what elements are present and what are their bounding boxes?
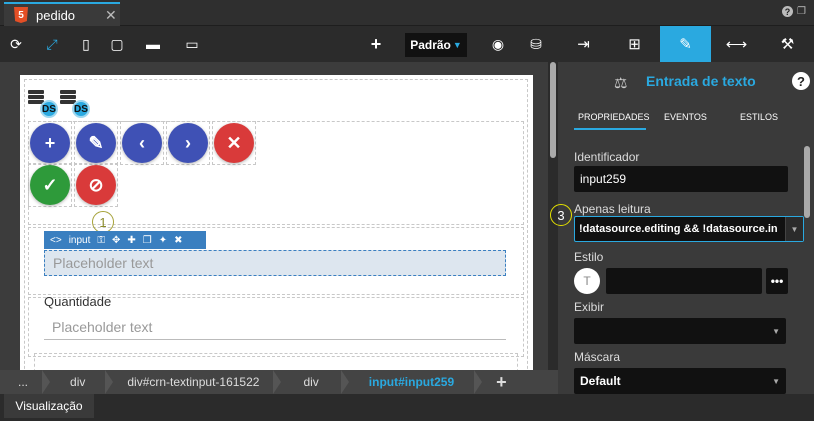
breadcrumb-separator xyxy=(340,370,349,394)
chevron-down-icon: ▼ xyxy=(452,40,462,50)
panel-title: Entrada de texto xyxy=(646,73,756,89)
apenas-leitura-field[interactable]: !datasource.editing && !datasource.in ▼ xyxy=(574,216,804,242)
refresh-icon[interactable]: ⟳ xyxy=(6,34,26,54)
mascara-value: Default xyxy=(580,374,621,388)
file-tab-label: pedido xyxy=(36,7,76,23)
field-label: Máscara xyxy=(574,350,621,364)
breadcrumb-separator xyxy=(474,370,483,394)
field-label: Identificador xyxy=(574,150,640,164)
delete-button[interactable]: ✕ xyxy=(214,123,254,163)
cancel-button[interactable]: ⊘ xyxy=(76,165,116,205)
close-icon[interactable]: ✕ xyxy=(105,7,117,24)
breadcrumb-item-active[interactable]: input#input259 xyxy=(349,370,474,394)
panel-header: ⚖ Entrada de texto ? xyxy=(558,70,814,94)
estilo-field[interactable] xyxy=(606,268,762,294)
database-icon[interactable]: ⛁ xyxy=(526,34,546,54)
tab-hierarchy[interactable]: ⊞ xyxy=(609,26,660,62)
datasource-icon[interactable]: DS xyxy=(60,90,94,118)
tab-visualizacao[interactable]: Visualização xyxy=(4,394,94,418)
add-button[interactable]: + xyxy=(30,123,70,163)
visibility-off-icon[interactable]: ◉ xyxy=(488,34,508,54)
mobile-large-icon[interactable]: ▢ xyxy=(107,34,127,54)
resize-icon: ⟷ xyxy=(725,36,748,53)
monitor-icon[interactable]: ▭ xyxy=(182,34,202,54)
panel-scrollbar[interactable] xyxy=(804,146,810,218)
bottom-panel-bar: Visualização xyxy=(0,394,814,421)
subtab-properties[interactable]: PROPRIEDADES xyxy=(578,112,650,122)
breadcrumb-item[interactable]: div xyxy=(281,370,340,394)
unlock-icon[interactable]: ⚿ xyxy=(97,235,105,246)
quantity-label: Quantidade xyxy=(44,294,112,309)
component-toolbar: <> input ⚿ ✥ ✚ ❐ ✦ ✖ xyxy=(44,231,206,249)
device-select-label: Padrão xyxy=(410,38,451,52)
breadcrumb-item[interactable]: div xyxy=(50,370,105,394)
mobile-small-icon[interactable]: ▯ xyxy=(76,34,96,54)
brush-icon: ⚒ xyxy=(780,36,795,53)
breadcrumb-item[interactable]: div#crn-textinput-161522 xyxy=(113,370,273,394)
field-label: Apenas leitura xyxy=(574,202,651,216)
copy-icon[interactable]: ❐ xyxy=(143,235,152,246)
annotation-marker: 1 xyxy=(92,211,114,233)
add-icon[interactable]: + xyxy=(366,34,386,54)
datasource-icon[interactable]: DS xyxy=(28,90,62,118)
tab-import[interactable]: ⇥ xyxy=(558,26,609,62)
datasource-badge: DS xyxy=(72,100,90,118)
panel-tabs: ⇥ ⊞ ✎ ⟷ ⚒ xyxy=(558,26,814,62)
annotation-marker: 3 xyxy=(550,204,572,226)
scrollbar-thumb[interactable] xyxy=(550,62,556,158)
file-tab-pedido[interactable]: 5 pedido ✕ xyxy=(4,2,120,26)
restore-window-icon[interactable]: ❐ xyxy=(797,6,808,17)
file-tab-bar: 5 pedido ✕ ? ❐ xyxy=(0,0,814,26)
tab-style[interactable]: ⚒ xyxy=(762,26,813,62)
subtab-events[interactable]: EVENTOS xyxy=(664,112,707,122)
apenas-leitura-value: !datasource.editing && !datasource.in xyxy=(579,223,778,235)
close-icon[interactable]: ✖ xyxy=(174,235,182,246)
chevron-down-icon: ▼ xyxy=(772,376,780,386)
code-icon[interactable]: <> xyxy=(50,235,62,246)
add-icon[interactable]: ✚ xyxy=(127,235,135,246)
wand-icon[interactable]: ✦ xyxy=(159,235,167,246)
more-button[interactable]: ••• xyxy=(766,268,788,294)
pencil-icon: ✎ xyxy=(679,36,692,53)
tab-resize[interactable]: ⟷ xyxy=(711,26,762,62)
subtab-underline xyxy=(574,128,646,130)
editor-toolbar: ⟳ ⤢ ▯ ▢ ▬ ▭ + ◉ ⛁ xyxy=(0,26,558,62)
mascara-select[interactable]: Default ▼ xyxy=(574,368,786,394)
desktop-icon[interactable]: ▬ xyxy=(143,34,163,54)
breadcrumb-separator xyxy=(273,370,282,394)
field-label: Estilo xyxy=(574,250,604,264)
add-element-button[interactable]: + xyxy=(496,372,507,393)
breadcrumb-item[interactable]: ... xyxy=(0,370,42,394)
balance-icon: ⚖ xyxy=(614,75,628,92)
breadcrumb: ... div div#crn-textinput-161522 div inp… xyxy=(0,370,558,394)
datasource-badge: DS xyxy=(40,100,58,118)
chevron-down-icon[interactable]: ▼ xyxy=(785,217,803,241)
previous-button[interactable]: ‹ xyxy=(122,123,162,163)
chevron-down-icon: ▼ xyxy=(772,326,780,336)
estilo-avatar: T xyxy=(574,268,600,294)
import-icon: ⇥ xyxy=(577,36,590,53)
subtab-styles[interactable]: ESTILOS xyxy=(740,112,778,122)
edit-button[interactable]: ✎ xyxy=(76,123,116,163)
quantity-input[interactable]: Placeholder text xyxy=(44,316,506,340)
device-select[interactable]: Padrão ▼ xyxy=(405,33,467,57)
breadcrumb-separator xyxy=(105,370,114,394)
properties-panel: ⇥ ⊞ ✎ ⟷ ⚒ ⚖ Entrada de texto ? PROPRIEDA… xyxy=(550,26,814,394)
help-icon[interactable]: ? xyxy=(792,72,810,90)
identificador-field[interactable]: input259 xyxy=(574,166,788,192)
next-button[interactable]: › xyxy=(168,123,208,163)
component-type-label: input xyxy=(68,234,91,246)
expand-icon[interactable]: ⤢ xyxy=(42,34,62,54)
tab-edit[interactable]: ✎ xyxy=(660,26,711,62)
move-icon[interactable]: ✥ xyxy=(112,235,120,246)
html5-icon: 5 xyxy=(14,7,28,23)
selected-text-input[interactable]: Placeholder text xyxy=(44,250,506,276)
breadcrumb-separator xyxy=(42,370,51,394)
hierarchy-icon: ⊞ xyxy=(628,36,641,53)
field-label: Exibir xyxy=(574,300,605,314)
exibir-select[interactable]: ▼ xyxy=(574,318,786,344)
save-button[interactable]: ✓ xyxy=(30,165,70,205)
help-icon[interactable]: ? xyxy=(782,6,793,17)
